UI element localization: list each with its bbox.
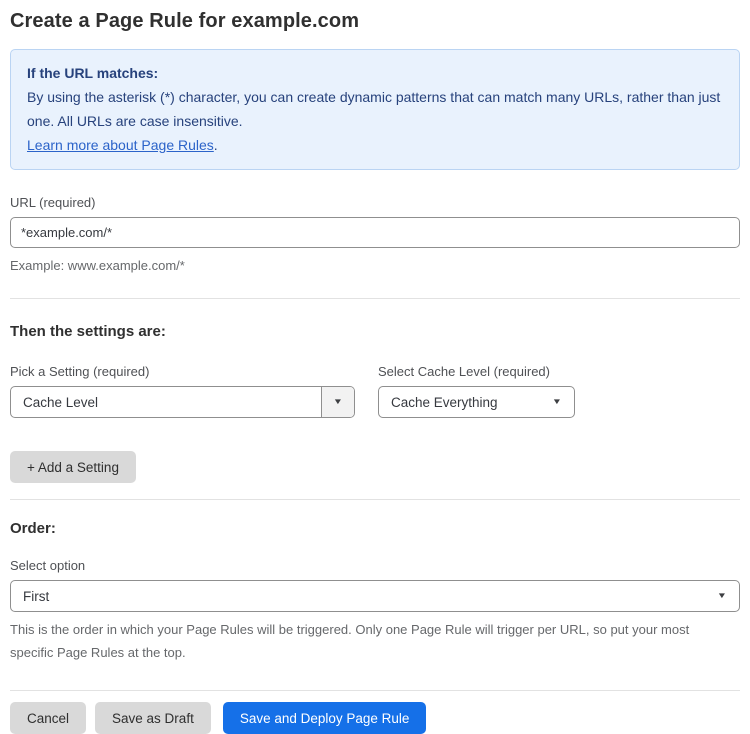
order-dropdown[interactable]: First ▼ xyxy=(10,580,740,612)
info-box-heading: If the URL matches: xyxy=(27,65,159,81)
learn-more-link[interactable]: Learn more about Page Rules xyxy=(27,137,214,153)
settings-section-heading: Then the settings are: xyxy=(10,323,166,340)
chevron-down-icon: ▼ xyxy=(332,397,344,406)
info-box-body: By using the asterisk (*) character, you… xyxy=(27,89,721,129)
page-title: Create a Page Rule for example.com xyxy=(10,10,360,32)
save-and-deploy-button[interactable]: Save and Deploy Page Rule xyxy=(222,702,427,734)
cache-level-column: Select Cache Level (required) Cache Ever… xyxy=(378,364,575,418)
chevron-down-icon: ▼ xyxy=(551,397,563,406)
order-select-label: Select option xyxy=(10,558,86,573)
page-rule-form: Create a Page Rule for example.com If th… xyxy=(0,0,750,734)
cache-level-value: Cache Everything xyxy=(391,394,498,410)
link-suffix: . xyxy=(213,137,218,153)
order-section-heading: Order: xyxy=(10,520,56,537)
pick-setting-dropdown-button[interactable]: ▼ xyxy=(321,387,354,417)
add-setting-row: + Add a Setting xyxy=(10,451,740,483)
url-input[interactable] xyxy=(10,217,740,248)
chevron-down-icon: ▼ xyxy=(716,591,728,600)
pick-setting-column: Pick a Setting (required) Cache Level ▼ xyxy=(10,364,355,418)
section-divider xyxy=(10,298,740,299)
order-value: First xyxy=(23,588,50,604)
add-setting-button[interactable]: + Add a Setting xyxy=(10,451,136,483)
form-actions: Cancel Save as Draft Save and Deploy Pag… xyxy=(10,702,740,734)
url-field-helper: Example: www.example.com/* xyxy=(10,258,185,273)
cache-level-label: Select Cache Level (required) xyxy=(378,364,550,379)
pick-setting-value: Cache Level xyxy=(23,394,99,410)
info-box-link-line: Learn more about Page Rules. xyxy=(27,133,723,157)
url-field-label: URL (required) xyxy=(10,195,96,210)
pick-setting-dropdown[interactable]: Cache Level ▼ xyxy=(10,386,355,418)
url-match-info-box: If the URL matches: By using the asteris… xyxy=(10,49,740,170)
cache-level-dropdown[interactable]: Cache Everything ▼ xyxy=(378,386,575,418)
settings-row: Pick a Setting (required) Cache Level ▼ … xyxy=(10,364,740,418)
cancel-button[interactable]: Cancel xyxy=(10,702,87,734)
pick-setting-label: Pick a Setting (required) xyxy=(10,364,150,379)
order-helper-text: This is the order in which your Page Rul… xyxy=(10,622,690,660)
section-divider xyxy=(10,499,740,500)
save-as-draft-button[interactable]: Save as Draft xyxy=(95,702,211,734)
